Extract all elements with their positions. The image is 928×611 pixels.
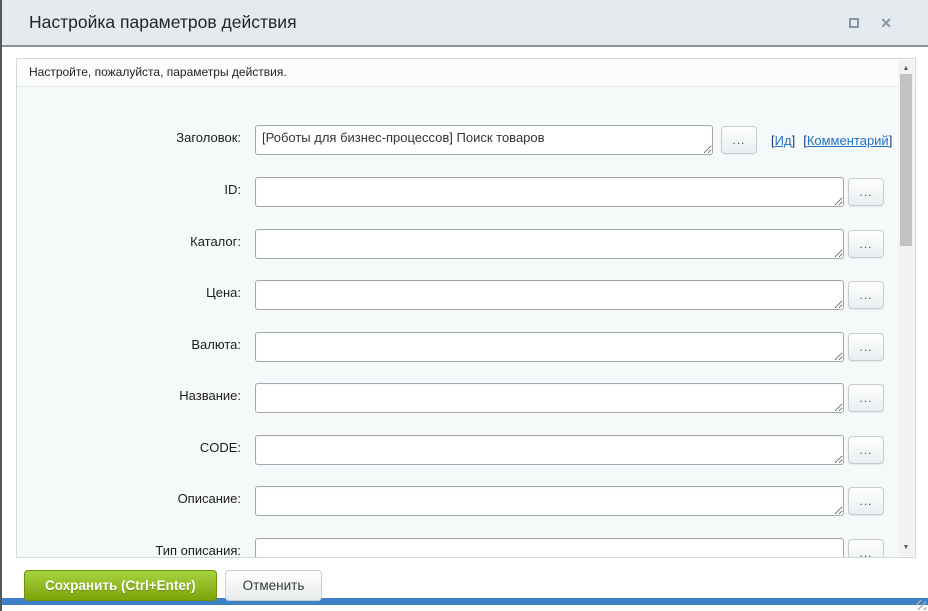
currency-textarea[interactable] [255, 332, 844, 362]
code-browse-button[interactable]: ... [848, 436, 884, 464]
description-type-browse-button[interactable]: ... [848, 539, 884, 557]
description-textarea[interactable] [255, 486, 844, 516]
field-label: Название: [179, 388, 241, 403]
info-message: Настройте, пожалуйста, параметры действи… [29, 65, 287, 79]
scroll-down-icon[interactable]: ▼ [898, 541, 914, 554]
cancel-button[interactable]: Отменить [224, 570, 323, 601]
save-button[interactable]: Сохранить (Ctrl+Enter) [24, 570, 217, 601]
close-icon[interactable]: ✕ [880, 16, 892, 30]
currency-browse-button[interactable]: ... [848, 333, 884, 361]
id-textarea[interactable] [255, 177, 844, 207]
resize-grip-icon[interactable] [916, 600, 926, 610]
price-browse-button[interactable]: ... [848, 281, 884, 309]
title-browse-button[interactable]: ... [721, 126, 757, 154]
id-insert-link[interactable]: Ид [775, 133, 792, 148]
field-row-price: Цена: ... [17, 280, 915, 312]
field-label: Тип описания: [155, 543, 241, 558]
info-bar: Настройте, пожалуйста, параметры действи… [17, 59, 915, 87]
scrollbar-thumb[interactable] [900, 74, 912, 246]
field-label: Цена: [206, 285, 241, 300]
field-label: ID: [224, 182, 241, 197]
dialog-title: Настройка параметров действия [29, 12, 297, 32]
maximize-icon[interactable] [849, 17, 860, 28]
field-row-currency: Валюта: ... [17, 332, 915, 364]
title-textarea[interactable]: [Роботы для бизнес-процессов] Поиск това… [255, 125, 713, 155]
field-label: CODE: [199, 440, 241, 455]
bracket: ] [888, 133, 893, 148]
field-label: Описание: [177, 491, 241, 506]
field-row-code: CODE: ... [17, 435, 915, 467]
description-browse-button[interactable]: ... [848, 487, 884, 515]
window-controls: ✕ [849, 0, 892, 45]
vertical-scrollbar[interactable]: ▲ ▼ [898, 60, 914, 556]
bracket: ] [791, 133, 796, 148]
dialog-titlebar: Настройка параметров действия ✕ [2, 0, 928, 47]
field-row-id: ID: ... [17, 177, 915, 209]
name-browse-button[interactable]: ... [848, 384, 884, 412]
catalog-browse-button[interactable]: ... [848, 230, 884, 258]
price-textarea[interactable] [255, 280, 844, 310]
description-type-textarea[interactable] [255, 538, 844, 557]
field-label: Каталог: [190, 234, 241, 249]
code-textarea[interactable] [255, 435, 844, 465]
name-textarea[interactable] [255, 383, 844, 413]
field-row-description-type: Тип описания: ... [17, 538, 915, 558]
field-links: [Ид] [Комментарий] [771, 133, 892, 148]
field-label: Заголовок: [176, 130, 241, 145]
field-row-name: Название: ... [17, 383, 915, 415]
dialog-footer: Сохранить (Ctrl+Enter) Отменить [24, 570, 323, 601]
field-row-description: Описание: ... [17, 486, 915, 518]
parameters-panel: Настройте, пожалуйста, параметры действи… [16, 58, 916, 558]
field-label: Валюта: [191, 337, 241, 352]
action-settings-dialog: Настройка параметров действия ✕ Настройт… [0, 0, 928, 611]
id-browse-button[interactable]: ... [848, 178, 884, 206]
catalog-textarea[interactable] [255, 229, 844, 259]
field-row-catalog: Каталог: ... [17, 229, 915, 261]
field-row-title: Заголовок: [Роботы для бизнес-процессов]… [17, 125, 915, 157]
comment-link[interactable]: Комментарий [807, 133, 889, 148]
